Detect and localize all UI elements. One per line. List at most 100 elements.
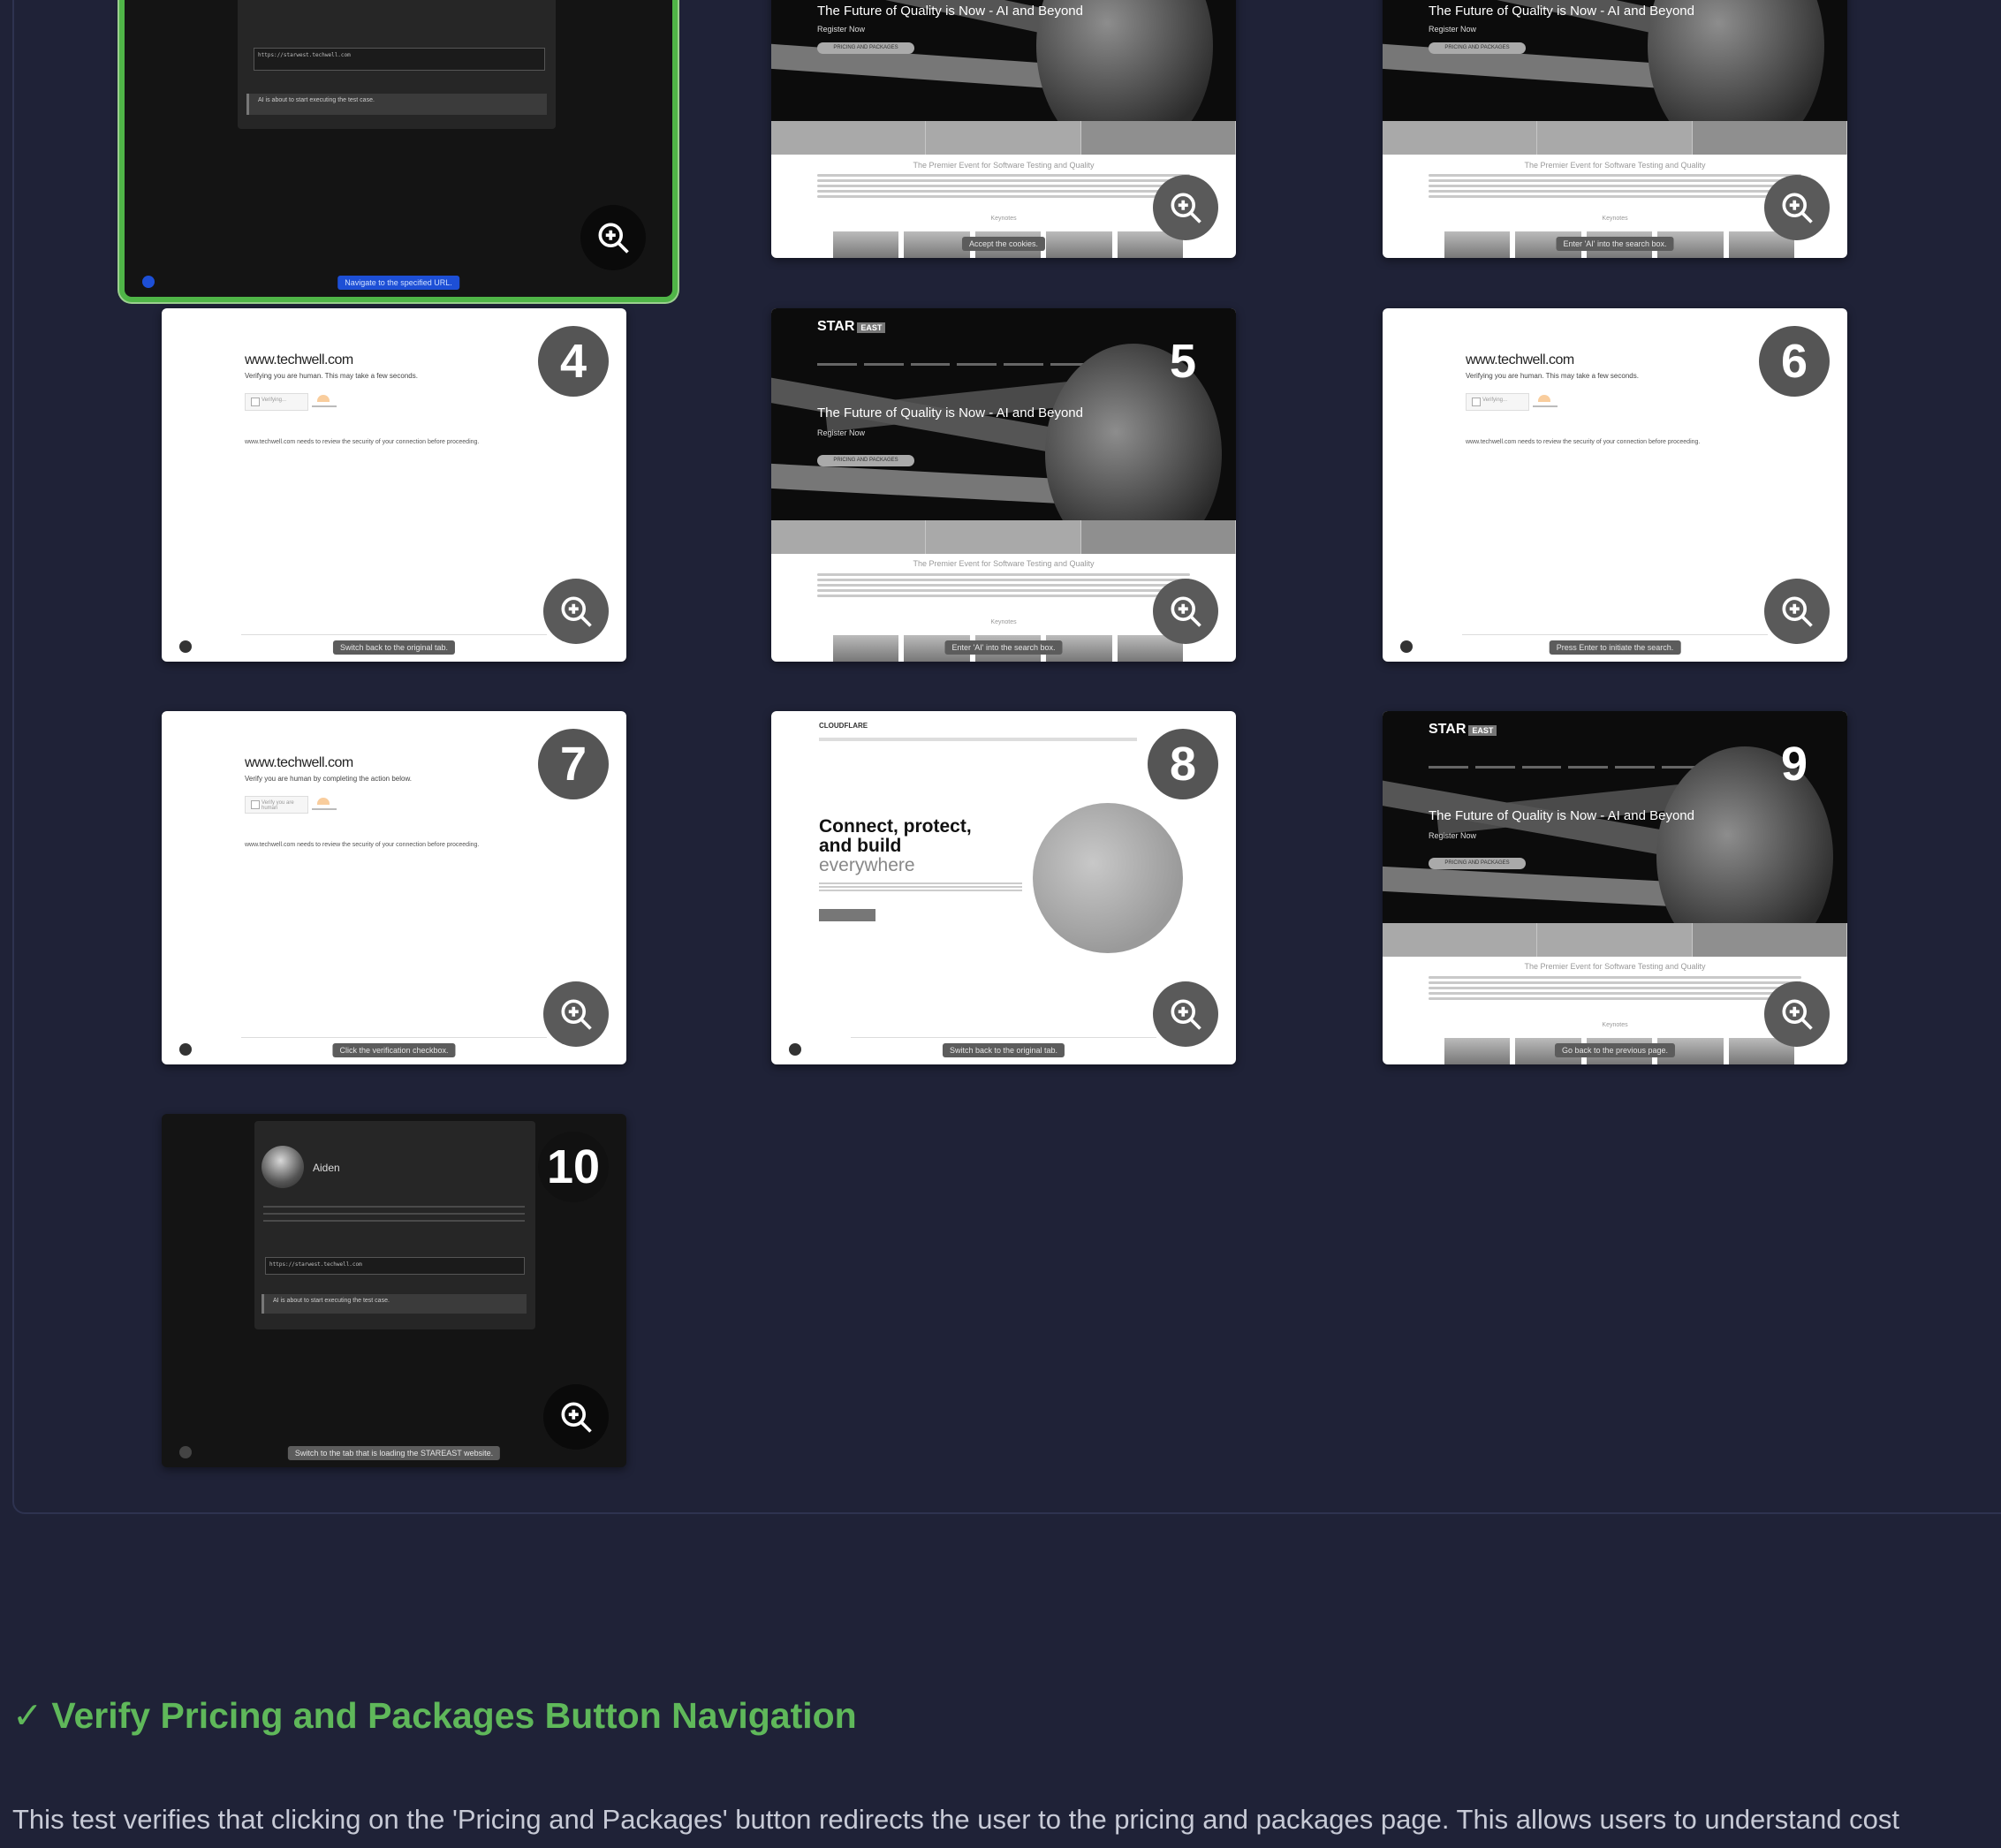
hero-title: The Future of Quality is Now - AI and Be… xyxy=(817,4,1083,19)
thumbnail-8[interactable]: CLOUDFLARE Connect, protect, and build e… xyxy=(771,711,1236,1064)
zoom-in-icon xyxy=(598,223,629,254)
zoom-in-button[interactable] xyxy=(543,1384,609,1450)
zoom-in-button[interactable] xyxy=(1153,579,1218,644)
globe-graphic xyxy=(1033,803,1183,953)
zoom-in-button[interactable] xyxy=(543,981,609,1047)
cloudflare-nav xyxy=(819,738,1137,741)
step-caption: Accept the cookies. xyxy=(961,237,1046,251)
ai-card: Aiden https://starwest.techwell.com AI i… xyxy=(254,1121,535,1329)
page-section-title: The Premier Event for Software Testing a… xyxy=(913,161,1095,170)
verify-domain: www.techwell.com xyxy=(245,755,353,770)
verify-subtitle: Verify you are human by completing the a… xyxy=(245,775,412,783)
step-number: 8 xyxy=(1148,729,1218,799)
verify-body: www.techwell.com needs to review the sec… xyxy=(245,842,480,848)
verify-checkbox[interactable]: Verify you are human xyxy=(245,796,308,814)
step-caption: Go back to the previous page. xyxy=(1554,1043,1676,1057)
thumbnail-10[interactable]: Aiden https://starwest.techwell.com AI i… xyxy=(162,1114,626,1467)
avatar xyxy=(261,1146,304,1188)
cloudflare-logo xyxy=(1533,395,1558,407)
step-caption: Click the verification checkbox. xyxy=(332,1043,456,1057)
hero-title: The Future of Quality is Now - AI and Be… xyxy=(1429,4,1694,19)
thumbnail-3[interactable]: The Future of Quality is Now - AI and Be… xyxy=(1383,0,1847,258)
star-logo: STAR EAST xyxy=(1429,722,1497,738)
step-number: 9 xyxy=(1780,738,1808,791)
cta-button xyxy=(819,909,875,921)
thumbnail-7[interactable]: www.techwell.com Verify you are human by… xyxy=(162,711,626,1064)
verify-domain: www.techwell.com xyxy=(245,352,353,367)
thumbnail-6[interactable]: www.techwell.com Verifying you are human… xyxy=(1383,308,1847,662)
verify-subtitle: Verifying you are human. This may take a… xyxy=(245,372,418,380)
zoom-in-icon xyxy=(1782,193,1813,223)
hero-banner: The Future of Quality is Now - AI and Be… xyxy=(1383,0,1847,121)
register-link: Register Now xyxy=(1429,25,1477,34)
verify-widget: Verifying... xyxy=(245,393,308,411)
step-caption: Enter 'AI' into the search box. xyxy=(944,640,1063,655)
step-dot xyxy=(179,1446,192,1458)
url-field: https://starwest.techwell.com xyxy=(265,1257,525,1275)
zoom-in-button[interactable] xyxy=(580,205,646,270)
hero-paragraph xyxy=(819,882,1022,891)
zoom-in-icon xyxy=(1782,596,1813,627)
zoom-in-icon xyxy=(1171,596,1201,627)
url-field: https://starwest.techwell.com xyxy=(254,48,545,71)
verify-body: www.techwell.com needs to review the sec… xyxy=(1466,439,1701,445)
register-link: Register Now xyxy=(817,428,866,437)
thumbnail-2[interactable]: The Future of Quality is Now - AI and Be… xyxy=(771,0,1236,258)
zoom-in-button[interactable] xyxy=(543,579,609,644)
zoom-in-button[interactable] xyxy=(1153,175,1218,240)
zoom-in-icon xyxy=(561,596,592,627)
zoom-in-button[interactable] xyxy=(1764,175,1830,240)
verify-widget: Verifying... xyxy=(1466,393,1529,411)
pricing-pill: PRICING AND PACKAGES xyxy=(817,455,914,466)
thumbnail-4[interactable]: www.techwell.com Verifying you are human… xyxy=(162,308,626,662)
step-number: 5 xyxy=(1169,335,1197,388)
step-number: 10 xyxy=(538,1132,609,1202)
step-dot xyxy=(179,640,192,653)
step-number: 7 xyxy=(538,729,609,799)
agent-name: Aiden xyxy=(313,1162,340,1174)
zoom-in-button[interactable] xyxy=(1153,981,1218,1047)
test-description xyxy=(263,1206,525,1227)
step-caption: Switch back to the original tab. xyxy=(332,640,456,655)
step-caption: Switch back to the original tab. xyxy=(942,1043,1065,1057)
zoom-in-icon xyxy=(1782,999,1813,1030)
hero-title: The Future of Quality is Now - AI and Be… xyxy=(817,405,1083,420)
zoom-in-button[interactable] xyxy=(1764,579,1830,644)
step-dot xyxy=(142,276,155,288)
step-dot xyxy=(179,1043,192,1056)
hero-headline: Connect, protect, and build everywhere xyxy=(819,816,972,875)
step-caption: Press Enter to initiate the search. xyxy=(1549,640,1681,655)
check-icon: ✓ xyxy=(12,1695,43,1736)
thumbnail-5[interactable]: STAR EAST The Future of Quality is Now - … xyxy=(771,308,1236,662)
cloudflare-logo xyxy=(312,798,337,810)
register-link: Register Now xyxy=(817,25,866,34)
hero-title: The Future of Quality is Now - AI and Be… xyxy=(1429,808,1694,823)
pricing-pill: PRICING AND PACKAGES xyxy=(817,42,914,54)
cloudflare-brand: CLOUDFLARE xyxy=(819,722,868,730)
step-number: 6 xyxy=(1759,326,1830,397)
page-section-title: The Premier Event for Software Testing a… xyxy=(1524,161,1706,170)
zoom-in-icon xyxy=(1171,999,1201,1030)
zoom-in-icon xyxy=(561,1402,592,1433)
zoom-in-button[interactable] xyxy=(1764,981,1830,1047)
status-bar: AI is about to start executing the test … xyxy=(246,94,547,115)
pricing-pill: PRICING AND PACKAGES xyxy=(1429,858,1526,869)
zoom-in-icon xyxy=(561,999,592,1030)
page-section-title: The Premier Event for Software Testing a… xyxy=(1524,962,1706,971)
step-number: 4 xyxy=(538,326,609,397)
page-section-title: The Premier Event for Software Testing a… xyxy=(913,559,1095,568)
test-case-description: This test verifies that clicking on the … xyxy=(12,1804,1899,1835)
star-logo: STAR EAST xyxy=(817,319,886,335)
thumbnail-1[interactable]: https://starwest.techwell.com AI is abou… xyxy=(119,0,678,302)
step-dot xyxy=(1400,640,1413,653)
verify-domain: www.techwell.com xyxy=(1466,352,1574,367)
ai-card: https://starwest.techwell.com AI is abou… xyxy=(238,0,556,129)
thumbnail-9[interactable]: STAR EAST The Future of Quality is Now - … xyxy=(1383,711,1847,1064)
hero-banner: The Future of Quality is Now - AI and Be… xyxy=(771,0,1236,121)
step-caption: Navigate to the specified URL. xyxy=(337,276,459,290)
status-bar: AI is about to start executing the test … xyxy=(261,1294,527,1314)
cloudflare-logo xyxy=(312,395,337,407)
step-caption: Switch to the tab that is loading the ST… xyxy=(287,1446,501,1460)
verify-subtitle: Verifying you are human. This may take a… xyxy=(1466,372,1639,380)
register-link: Register Now xyxy=(1429,831,1477,840)
